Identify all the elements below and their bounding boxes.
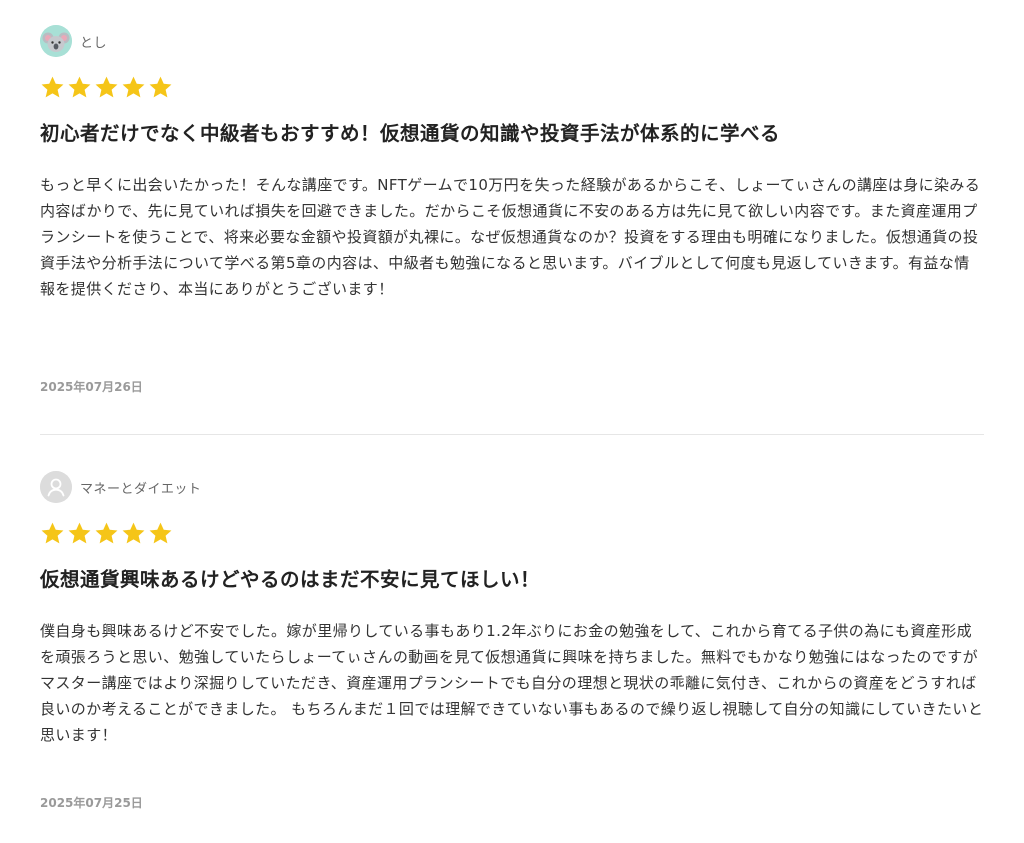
star-icon — [122, 76, 145, 97]
review-title: 仮想通貨興味あるけどやるのはまだ不安に見てほしい！ — [40, 568, 541, 591]
review-body: 僕自身も興味あるけど不安でした。嫁が里帰りしている事もあり1.2年ぶりにお金の勉… — [40, 622, 984, 744]
star-rating — [40, 72, 984, 102]
review-author: マネーとダイエット — [40, 470, 984, 504]
review-item: マネーとダイエット 仮想通貨興味あるけどやるのはまだ不安に見てほしい！ 僕自身も… — [40, 470, 984, 810]
review-body: もっと早くに出会いたかった！そんな講座です。NFTゲームで10万円を失った経験が… — [40, 176, 981, 298]
review-divider — [40, 434, 984, 435]
author-name: とし — [80, 35, 108, 51]
star-icon — [95, 76, 118, 97]
star-icon — [41, 522, 64, 543]
default-user-avatar-icon — [40, 471, 72, 503]
star-icon — [68, 76, 91, 97]
star-icon — [95, 522, 118, 543]
review-author: とし — [40, 24, 984, 58]
star-icon — [41, 76, 64, 97]
review-date: 2025年07月26日 — [40, 380, 143, 394]
star-icon — [68, 522, 91, 543]
star-icon — [122, 522, 145, 543]
author-name: マネーとダイエット — [80, 481, 202, 497]
star-icon — [149, 76, 172, 97]
review-title: 初心者だけでなく中級者もおすすめ！仮想通貨の知識や投資手法が体系的に学べる — [40, 122, 781, 145]
review-date: 2025年07月25日 — [40, 796, 143, 810]
review-item: とし 初心者だけでなく中級者もおすすめ！仮想通貨の知識や投資手法が体系的に学べる… — [40, 24, 984, 394]
star-rating — [40, 518, 984, 548]
koala-avatar-icon — [40, 25, 72, 57]
star-icon — [149, 522, 172, 543]
